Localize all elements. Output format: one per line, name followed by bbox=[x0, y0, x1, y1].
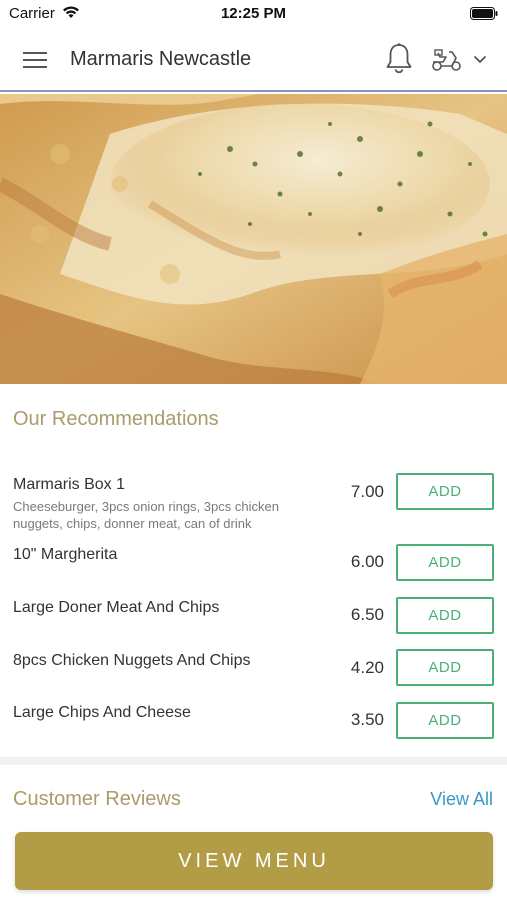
view-all-reviews-link[interactable]: View All bbox=[430, 789, 493, 810]
chevron-down-icon[interactable] bbox=[472, 53, 488, 67]
item-name: 10" Margherita bbox=[13, 546, 118, 563]
item-name: Large Chips And Cheese bbox=[13, 704, 191, 721]
item-price: 6.50 bbox=[350, 605, 384, 624]
hamburger-menu-icon[interactable] bbox=[20, 49, 50, 71]
add-button[interactable]: ADD bbox=[396, 597, 494, 634]
add-button[interactable]: ADD bbox=[396, 649, 494, 686]
item-price: 6.00 bbox=[350, 552, 384, 571]
hero-food-image bbox=[0, 94, 507, 384]
item-price: 7.00 bbox=[350, 482, 384, 501]
item-price: 4.20 bbox=[350, 658, 384, 677]
add-button[interactable]: ADD bbox=[396, 544, 494, 581]
add-button[interactable]: ADD bbox=[396, 702, 494, 739]
item-name: Large Doner Meat And Chips bbox=[13, 599, 220, 616]
item-description: Cheeseburger, 3pcs onion rings, 3pcs chi… bbox=[13, 499, 279, 531]
item-name: 8pcs Chicken Nuggets And Chips bbox=[13, 652, 251, 669]
item-name: Marmaris Box 1 bbox=[13, 476, 126, 493]
section-divider bbox=[0, 757, 507, 765]
recommendations-heading: Our Recommendations bbox=[13, 408, 219, 430]
battery-icon bbox=[470, 7, 498, 20]
customer-reviews-heading: Customer Reviews bbox=[13, 788, 181, 810]
app-header: Marmaris Newcastle bbox=[0, 28, 507, 92]
view-menu-button[interactable]: VIEW MENU bbox=[15, 832, 493, 890]
notification-bell-icon[interactable] bbox=[384, 42, 414, 76]
add-button[interactable]: ADD bbox=[396, 473, 494, 510]
item-price: 3.50 bbox=[350, 710, 384, 729]
delivery-scooter-icon[interactable] bbox=[430, 46, 464, 74]
restaurant-title: Marmaris Newcastle bbox=[70, 48, 252, 70]
status-bar: Carrier 12:25 PM bbox=[0, 0, 507, 28]
status-time: 12:25 PM bbox=[220, 5, 287, 22]
